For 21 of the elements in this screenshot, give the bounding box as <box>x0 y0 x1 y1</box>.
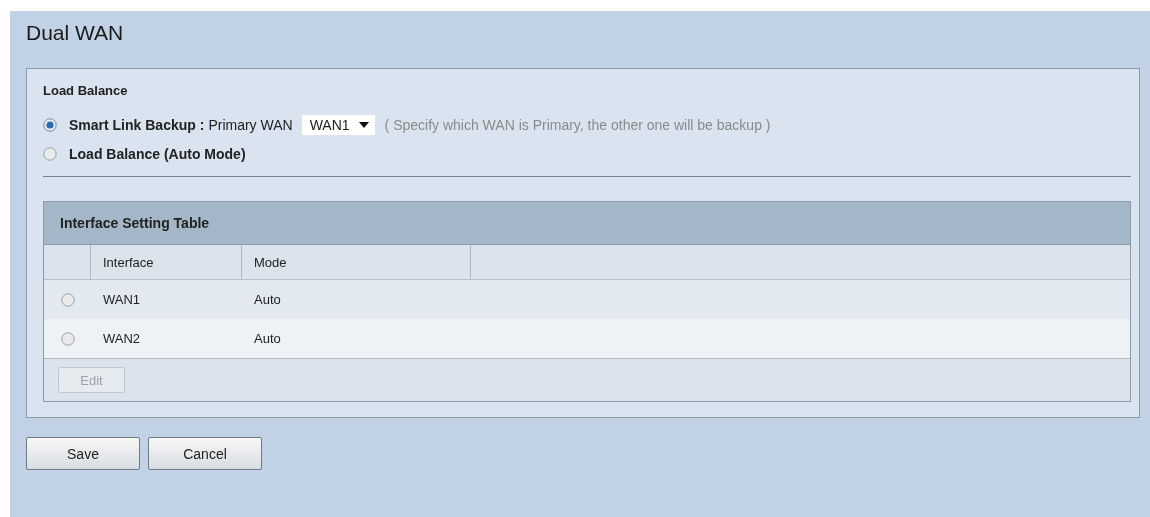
caret-icon <box>358 121 369 128</box>
table-cell-text: Auto <box>253 292 282 307</box>
table-cell-text: WAN1 <box>102 292 142 307</box>
hint-text: ( Specify which WAN is Primary, the other one will be backup ) <box>384 116 771 133</box>
column-header: Mode <box>242 245 471 279</box>
column-header: Interface <box>91 245 242 279</box>
option-label: Load Balance (Auto Mode) <box>69 145 246 162</box>
radio-button[interactable] <box>60 331 75 346</box>
save-button[interactable]: Save <box>26 437 140 470</box>
option-label: Smart Link Backup : <box>69 116 205 133</box>
page-title: Dual WAN <box>26 20 125 46</box>
radio-button[interactable] <box>43 146 57 161</box>
table-cell-text: Auto <box>253 331 282 346</box>
primary-wan-dropdown[interactable]: WAN1 <box>301 114 375 135</box>
table-title: Interface Setting Table <box>60 215 210 231</box>
cancel-button[interactable]: Cancel <box>148 437 262 470</box>
field-label: Primary WAN <box>208 116 293 133</box>
radio-button[interactable] <box>60 292 75 307</box>
section-heading: Load Balance <box>43 83 128 98</box>
table-cell-text: WAN2 <box>102 331 142 346</box>
radio-button[interactable] <box>43 117 57 132</box>
